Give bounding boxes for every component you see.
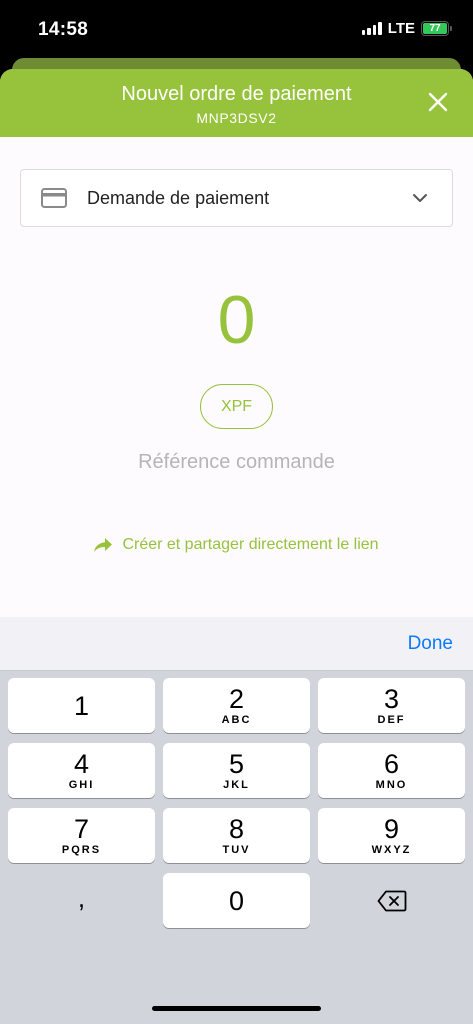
key-digit: 8: [228, 814, 245, 844]
page-title: Nouvel ordre de paiement: [121, 83, 352, 105]
currency-button[interactable]: XPF: [200, 384, 273, 429]
key-letters: WXYZ: [371, 844, 412, 856]
close-icon[interactable]: [427, 91, 449, 113]
payment-type-dropdown[interactable]: Demande de paiement: [20, 169, 453, 227]
card-icon: [41, 188, 67, 208]
battery-level: 77: [423, 23, 447, 34]
key-digit: 2: [228, 684, 245, 714]
share-icon: [94, 538, 113, 552]
key-letters: PQRS: [61, 844, 102, 856]
network-label: LTE: [387, 20, 415, 37]
status-time: 14:58: [38, 19, 89, 40]
signal-icon: [361, 22, 382, 35]
key-letters: ABC: [221, 714, 252, 726]
key-digit: 0: [228, 885, 245, 916]
amount-display[interactable]: 0: [0, 281, 473, 359]
key-0[interactable]: 0: [163, 873, 310, 928]
key-5[interactable]: 5 JKL: [163, 743, 310, 798]
reference-input[interactable]: [60, 447, 413, 477]
key-letters: DEF: [377, 714, 406, 726]
key-digit: 6: [383, 749, 400, 779]
payment-type-label: Demande de paiement: [87, 187, 270, 208]
numeric-keyboard: Done 1 2 ABC 3 DEF 4 GHI 5 JKL 6 MNO 7 P…: [0, 617, 473, 1024]
key-digit: 4: [73, 749, 90, 779]
key-letters: TUV: [222, 844, 251, 856]
key-3[interactable]: 3 DEF: [318, 678, 465, 733]
keyboard-accessory-bar: Done: [0, 617, 473, 671]
key-2[interactable]: 2 ABC: [163, 678, 310, 733]
key-7[interactable]: 7 PQRS: [8, 808, 155, 863]
key-9[interactable]: 9 WXYZ: [318, 808, 465, 863]
key-8[interactable]: 8 TUV: [163, 808, 310, 863]
backspace-icon: [377, 890, 406, 911]
share-link-button[interactable]: Créer et partager directement le lien: [0, 536, 473, 554]
key-comma[interactable]: ,: [8, 873, 155, 928]
key-6[interactable]: 6 MNO: [318, 743, 465, 798]
key-1[interactable]: 1: [8, 678, 155, 733]
key-digit: 7: [73, 814, 90, 844]
share-link-label: Créer et partager directement le lien: [122, 536, 379, 553]
key-digit: 9: [383, 814, 400, 844]
key-letters: MNO: [375, 779, 408, 791]
key-letters: JKL: [223, 779, 250, 791]
key-letters: GHI: [68, 779, 95, 791]
page-subtitle: MNP3DSV2: [196, 110, 277, 126]
key-digit: 5: [228, 749, 245, 779]
battery-icon: 77: [421, 21, 452, 36]
status-indicators: LTE 77: [361, 20, 452, 37]
done-button[interactable]: Done: [408, 633, 453, 655]
chevron-down-icon: [413, 194, 427, 202]
sheet-header: Nouvel ordre de paiement MNP3DSV2: [0, 69, 473, 137]
key-digit: 1: [73, 690, 90, 721]
key-digit: ,: [77, 882, 86, 913]
key-4[interactable]: 4 GHI: [8, 743, 155, 798]
home-indicator[interactable]: [152, 1006, 321, 1011]
delete-key[interactable]: [318, 873, 465, 928]
key-digit: 3: [383, 684, 400, 714]
status-bar: 14:58 LTE 77: [0, 0, 473, 62]
